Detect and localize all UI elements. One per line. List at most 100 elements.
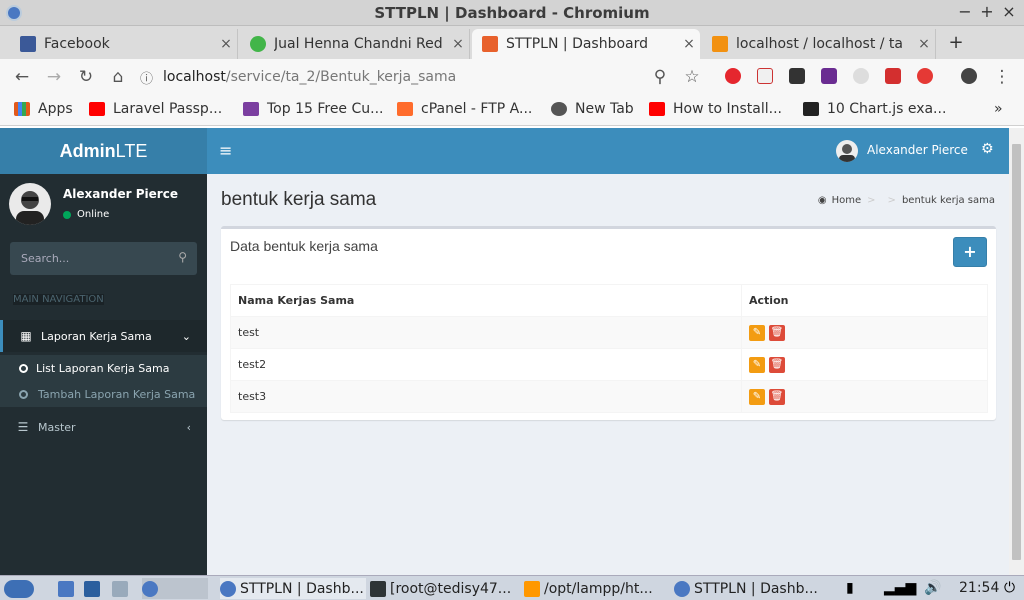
data-box: Data bentuk kerja sama + Nama Kerjas Sam… bbox=[221, 226, 996, 420]
xampp-icon bbox=[482, 36, 498, 52]
bookmark-top15[interactable]: Top 15 Free Cu... bbox=[243, 101, 384, 117]
back-button[interactable]: ← bbox=[12, 67, 32, 87]
json-extension-icon[interactable] bbox=[757, 68, 773, 84]
tab-sttpln-dashboard[interactable]: STTPLN | Dashboard × bbox=[472, 29, 700, 59]
taskbar-item-terminal[interactable]: [root@tedisy47... bbox=[370, 578, 520, 599]
bookmarks-bar: Apps Laravel Passp... Top 15 Free Cu... … bbox=[0, 95, 1024, 126]
browser-menu-icon[interactable]: ⋮ bbox=[992, 67, 1012, 87]
tab-facebook[interactable]: Facebook × bbox=[10, 29, 238, 59]
taskbar-item-label: STTPLN | Dashb... bbox=[240, 580, 364, 597]
home-button[interactable]: ⌂ bbox=[108, 67, 128, 87]
apps-grid-icon bbox=[14, 102, 30, 116]
tab-phpmyadmin[interactable]: localhost / localhost / ta × bbox=[702, 29, 936, 59]
sidebar-user-name: Alexander Pierce bbox=[63, 187, 178, 201]
delete-icon[interactable]: 🗑 bbox=[769, 388, 785, 405]
chromium-icon bbox=[220, 580, 236, 597]
sync-extension-icon[interactable] bbox=[917, 68, 933, 84]
chromium-icon bbox=[142, 580, 158, 597]
content-wrapper: bentuk kerja sama ◉ Home > > bentuk kerj… bbox=[207, 174, 1009, 575]
sidebar-item-master[interactable]: ☰ Master ‹ bbox=[0, 411, 207, 443]
sidebar: Alexander Pierce Online ⚲ MAIN NAVIGATIO… bbox=[0, 174, 207, 575]
volume-icon[interactable]: 🔊 bbox=[924, 580, 941, 596]
bookmark-chartjs[interactable]: 10 Chart.js exa... bbox=[803, 101, 946, 117]
table-row: test ✎ 🗑 bbox=[230, 316, 988, 349]
file-manager-launcher[interactable] bbox=[58, 578, 78, 599]
bookmark-cpanel[interactable]: cPanel - FTP A... bbox=[397, 101, 532, 117]
column-header-action: Action bbox=[741, 284, 988, 317]
announce-extension-icon[interactable] bbox=[885, 68, 901, 84]
page-title: bentuk kerja sama bbox=[221, 189, 377, 210]
box-title: Data bentuk kerja sama bbox=[230, 238, 378, 254]
status-label: Online bbox=[77, 209, 110, 220]
info-icon[interactable]: ⓘ bbox=[140, 68, 153, 87]
taskbar-item-sublime[interactable]: /opt/lampp/ht... bbox=[524, 578, 666, 599]
add-button[interactable]: + bbox=[953, 237, 987, 267]
taskbar-item-sttpln-2[interactable]: STTPLN | Dashb... bbox=[674, 578, 820, 599]
edit-icon[interactable]: ✎ bbox=[749, 388, 765, 405]
bookmark-howto[interactable]: How to Install... bbox=[649, 101, 782, 117]
sidebar-search-input[interactable] bbox=[10, 242, 160, 275]
terminal-launcher[interactable] bbox=[84, 578, 104, 599]
sidebar-item-laporan-kerja-sama[interactable]: ▦ Laporan Kerja Sama ⌄ bbox=[0, 320, 207, 352]
power-icon[interactable]: ⏻ bbox=[1004, 580, 1015, 596]
edit-icon[interactable]: ✎ bbox=[749, 324, 765, 341]
battery-icon[interactable]: ▮ bbox=[846, 580, 854, 596]
row-name: test3 bbox=[230, 380, 742, 413]
bookmarks-overflow-button[interactable]: » bbox=[994, 101, 1003, 117]
bookmark-laravel[interactable]: Laravel Passp... bbox=[89, 101, 222, 117]
profile-avatar-icon[interactable] bbox=[961, 68, 977, 84]
edit-icon[interactable]: ✎ bbox=[749, 356, 765, 373]
app-logo[interactable]: AdminLTE bbox=[0, 128, 207, 174]
close-window-button[interactable]: × bbox=[1000, 2, 1018, 21]
browser-launcher[interactable] bbox=[142, 578, 208, 599]
row-actions: ✎ 🗑 bbox=[741, 348, 988, 381]
network-signal-icon[interactable]: ▂▄▆ bbox=[884, 580, 916, 596]
zoom-icon[interactable]: ⚲ bbox=[650, 67, 670, 87]
bookmark-newtab[interactable]: New Tab bbox=[551, 101, 634, 117]
grey-extension-icon[interactable] bbox=[853, 68, 869, 84]
terminal-icon bbox=[84, 580, 100, 597]
user-menu-name[interactable]: Alexander Pierce bbox=[867, 143, 968, 157]
scrollbar-thumb[interactable] bbox=[1012, 144, 1021, 560]
ublock-icon[interactable] bbox=[725, 68, 741, 84]
new-tab-button[interactable]: + bbox=[946, 32, 966, 53]
search-icon[interactable]: ⚲ bbox=[178, 250, 187, 264]
colorzilla-icon[interactable] bbox=[821, 68, 837, 84]
taskbar-item-sttpln-1[interactable]: STTPLN | Dashb... bbox=[220, 578, 366, 599]
circle-icon bbox=[19, 389, 28, 399]
tab-close-button[interactable]: × bbox=[215, 36, 237, 52]
tab-henna[interactable]: Jual Henna Chandni Red × bbox=[240, 29, 470, 59]
x-extension-icon[interactable] bbox=[789, 68, 805, 84]
clock: 21:54 bbox=[959, 580, 1000, 596]
reload-button[interactable]: ↻ bbox=[76, 67, 96, 87]
tab-close-button[interactable]: × bbox=[913, 36, 935, 52]
facebook-icon bbox=[20, 36, 36, 52]
address-bar[interactable]: ⓘ localhost/service/ta_2/Bentuk_kerja_sa… bbox=[140, 63, 680, 91]
sidebar-subitem-tambah-laporan[interactable]: Tambah Laporan Kerja Sama bbox=[0, 381, 207, 407]
window-title: STTPLN | Dashboard - Chromium bbox=[374, 4, 650, 22]
sidebar-toggle-icon[interactable]: ≡ bbox=[219, 141, 232, 160]
settings-gear-icon[interactable]: ⚙ bbox=[981, 141, 994, 157]
sidebar-subitem-list-laporan[interactable]: List Laporan Kerja Sama bbox=[0, 355, 207, 381]
file-manager-icon bbox=[58, 580, 74, 597]
tab-close-button[interactable]: × bbox=[447, 36, 469, 52]
tab-label: STTPLN | Dashboard bbox=[506, 36, 649, 52]
maximize-button[interactable]: + bbox=[978, 2, 996, 21]
globe-icon bbox=[551, 102, 567, 116]
delete-icon[interactable]: 🗑 bbox=[769, 324, 785, 341]
sublime-icon bbox=[524, 580, 540, 597]
forward-button[interactable]: → bbox=[44, 67, 64, 87]
bookmark-apps[interactable]: Apps bbox=[14, 101, 73, 117]
start-menu-button[interactable] bbox=[4, 578, 44, 599]
bookmark-label: 10 Chart.js exa... bbox=[827, 101, 947, 117]
tab-close-button[interactable]: × bbox=[678, 36, 700, 52]
user-avatar[interactable] bbox=[836, 140, 858, 162]
breadcrumb-home[interactable]: Home bbox=[832, 195, 862, 206]
bookmark-star-icon[interactable]: ☆ bbox=[682, 67, 702, 87]
delete-icon[interactable]: 🗑 bbox=[769, 356, 785, 373]
data-table: Nama Kerjas Sama Action test ✎ 🗑 test2 ✎ 🗑 bbox=[230, 284, 988, 413]
minimize-button[interactable]: − bbox=[956, 2, 974, 21]
breadcrumb-separator: > bbox=[887, 195, 896, 206]
window-launcher[interactable] bbox=[112, 578, 132, 599]
page-scrollbar[interactable] bbox=[1009, 128, 1024, 575]
